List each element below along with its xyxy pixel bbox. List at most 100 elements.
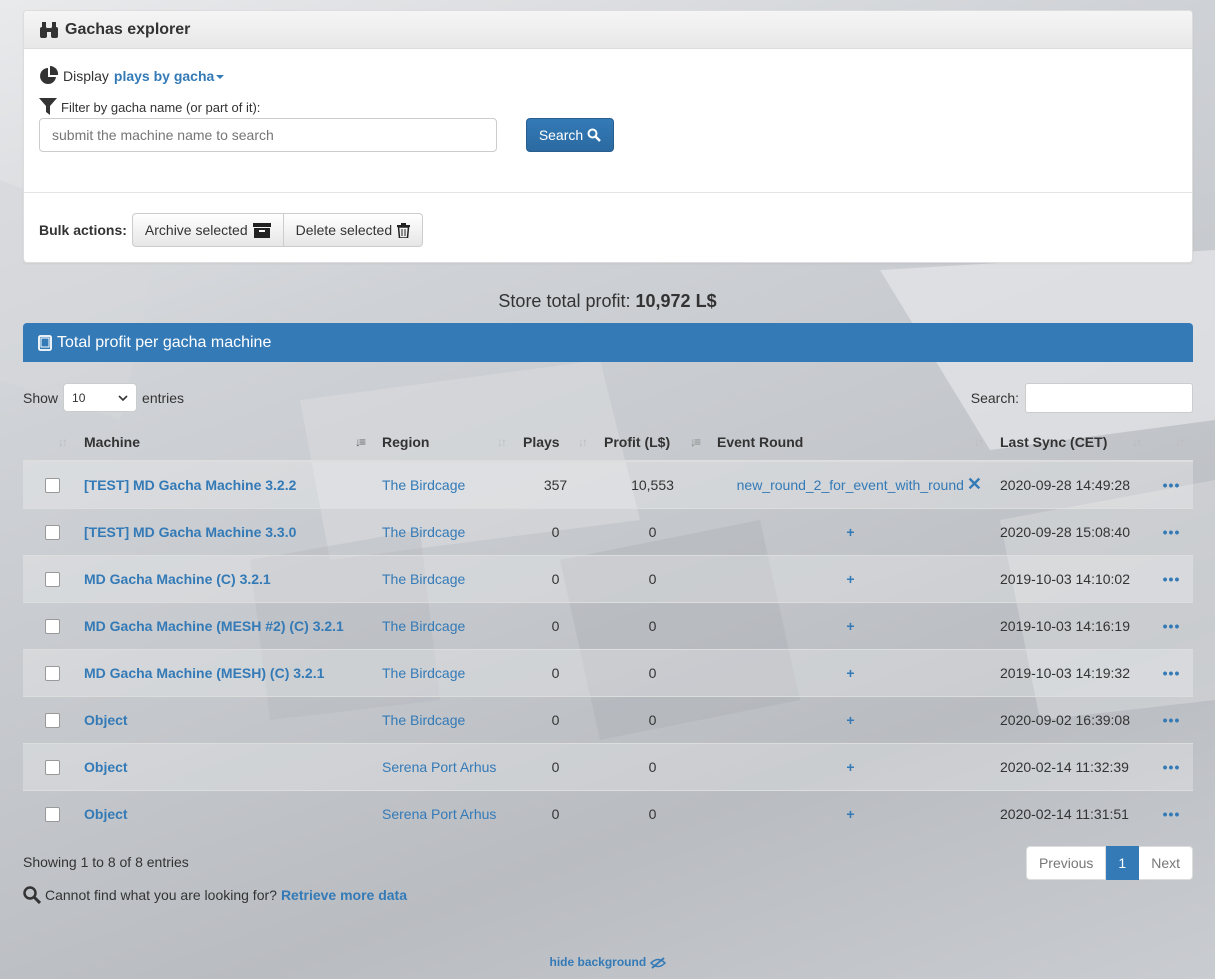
- bulk-actions: Bulk actions: Archive selected Delete se…: [39, 213, 424, 247]
- delete-selected-button[interactable]: Delete selected: [283, 213, 424, 247]
- column-header-plays[interactable]: Plays ↓↑: [515, 423, 596, 462]
- machine-link[interactable]: MD Gacha Machine (MESH) (C) 3.2.1: [84, 665, 324, 681]
- profit-cell: 0: [596, 742, 709, 790]
- plus-icon[interactable]: +: [846, 712, 854, 728]
- more-options-icon[interactable]: •••: [1163, 806, 1181, 822]
- next-page-button[interactable]: Next: [1139, 846, 1193, 880]
- column-header-event-round[interactable]: Event Round ↓↑: [709, 423, 992, 462]
- row-checkbox[interactable]: [45, 759, 60, 775]
- region-link[interactable]: The Birdcage: [382, 524, 465, 540]
- retrieve-more-data-link[interactable]: Retrieve more data: [281, 887, 407, 903]
- row-checkbox[interactable]: [45, 665, 60, 681]
- plus-icon[interactable]: +: [846, 618, 854, 634]
- search-button[interactable]: Search: [526, 118, 614, 152]
- column-label: Machine: [84, 433, 141, 450]
- row-checkbox[interactable]: [45, 478, 60, 494]
- plus-icon[interactable]: +: [846, 665, 854, 681]
- region-link[interactable]: The Birdcage: [382, 477, 465, 493]
- event-round-link[interactable]: new_round_2_for_event_with_round: [737, 477, 964, 493]
- machine-link[interactable]: Object: [84, 759, 128, 775]
- machine-link[interactable]: [TEST] MD Gacha Machine 3.3.0: [84, 524, 296, 540]
- previous-page-button[interactable]: Previous: [1025, 846, 1107, 880]
- more-options-icon[interactable]: •••: [1163, 665, 1181, 681]
- row-checkbox[interactable]: [45, 524, 60, 540]
- select-cell: [23, 789, 76, 837]
- machine-link[interactable]: MD Gacha Machine (MESH #2) (C) 3.2.1: [84, 618, 344, 634]
- region-cell: Serena Port Arhus: [374, 789, 515, 837]
- row-checkbox[interactable]: [45, 571, 60, 587]
- add-event-round-cell: +: [709, 601, 992, 649]
- length-entries-label: entries: [142, 389, 185, 406]
- display-dropdown-value: plays by gacha: [113, 68, 215, 84]
- more-options-icon[interactable]: •••: [1163, 571, 1181, 587]
- pie-chart-icon: [39, 66, 59, 86]
- region-link[interactable]: Serena Port Arhus: [382, 759, 496, 775]
- eye-slash-icon: [649, 957, 666, 969]
- machine-link[interactable]: [TEST] MD Gacha Machine 3.2.2: [84, 477, 296, 493]
- profit-cell: 10,553: [631, 476, 674, 493]
- column-header-actions[interactable]: ↓↑: [1150, 423, 1193, 462]
- plus-icon[interactable]: +: [846, 759, 854, 775]
- region-cell: The Birdcage: [374, 601, 515, 649]
- sort-icon: ↓↑: [578, 435, 588, 449]
- machine-link[interactable]: MD Gacha Machine (C) 3.2.1: [84, 571, 271, 587]
- page-1-button[interactable]: 1: [1106, 846, 1140, 880]
- plays-cell: 0: [515, 601, 596, 649]
- display-dropdown[interactable]: plays by gacha: [113, 68, 225, 84]
- plus-icon[interactable]: +: [846, 524, 854, 540]
- add-event-round-cell: +: [709, 742, 992, 790]
- machine-search-input[interactable]: [39, 118, 497, 152]
- sort-icon: ↓↑: [1132, 435, 1142, 449]
- machine-link[interactable]: Object: [84, 806, 128, 822]
- last-sync-cell: 2019-10-03 14:16:19: [992, 601, 1150, 649]
- plus-icon[interactable]: +: [846, 806, 854, 822]
- entries-per-page-select[interactable]: 10: [63, 383, 138, 412]
- region-link[interactable]: Serena Port Arhus: [382, 806, 496, 822]
- column-header-last-sync[interactable]: Last Sync (CET) ↓↑: [992, 423, 1150, 462]
- more-options-icon[interactable]: •••: [1163, 759, 1181, 775]
- trash-icon: [397, 222, 411, 238]
- machine-link[interactable]: Object: [84, 712, 128, 728]
- table-row: MD Gacha Machine (MESH #2) (C) 3.2.1 The …: [23, 601, 1193, 649]
- entries-per-page-value: 10: [72, 390, 86, 405]
- chevron-down-icon: [118, 394, 128, 401]
- column-header-select[interactable]: ↓↑: [23, 423, 76, 462]
- profit-cell: 0: [596, 507, 709, 555]
- event-round-cell: new_round_2_for_event_with_round ✕: [709, 461, 992, 508]
- last-sync-cell: 2019-10-03 14:10:02: [992, 554, 1150, 602]
- more-options-icon[interactable]: •••: [1163, 712, 1181, 728]
- plus-icon[interactable]: +: [846, 571, 854, 587]
- select-cell: [23, 601, 76, 649]
- region-link[interactable]: The Birdcage: [382, 665, 465, 681]
- table-search: Search:: [971, 383, 1193, 413]
- region-link[interactable]: The Birdcage: [382, 571, 465, 587]
- row-checkbox[interactable]: [45, 618, 60, 634]
- search-button-label: Search: [538, 127, 584, 143]
- row-checkbox[interactable]: [45, 807, 60, 823]
- delete-selected-label: Delete selected: [295, 222, 393, 238]
- last-sync-cell: 2020-09-28 14:49:28: [1000, 476, 1130, 493]
- more-options-icon[interactable]: •••: [1163, 618, 1181, 634]
- plays-cell: 0: [515, 648, 596, 696]
- machine-cell: [TEST] MD Gacha Machine 3.2.2: [76, 461, 374, 508]
- filter-label: Filter by gacha name (or part of it):: [61, 99, 261, 115]
- machine-cell: [TEST] MD Gacha Machine 3.3.0: [76, 507, 374, 555]
- table-search-input[interactable]: [1025, 383, 1193, 413]
- region-link[interactable]: The Birdcage: [382, 712, 465, 728]
- region-cell: The Birdcage: [374, 507, 515, 555]
- hide-background-link[interactable]: hide background: [0, 955, 1215, 969]
- column-header-machine[interactable]: Machine ↓≡: [76, 423, 374, 462]
- add-event-round-cell: +: [709, 554, 992, 602]
- retrieve-text: Cannot find what you are looking for?: [45, 887, 277, 903]
- remove-event-icon[interactable]: ✕: [967, 474, 982, 494]
- more-options-icon[interactable]: •••: [1163, 524, 1181, 540]
- more-options-icon[interactable]: •••: [1163, 477, 1181, 493]
- region-link[interactable]: The Birdcage: [382, 618, 465, 634]
- column-header-profit[interactable]: Profit (L$) ↓≡: [596, 423, 709, 462]
- row-checkbox[interactable]: [45, 712, 60, 728]
- tablet-icon: [38, 334, 52, 351]
- archive-selected-label: Archive selected: [144, 222, 248, 238]
- archive-selected-button[interactable]: Archive selected: [131, 213, 284, 247]
- column-header-region[interactable]: Region ↓↑: [374, 423, 515, 462]
- caret-down-icon: [216, 75, 225, 80]
